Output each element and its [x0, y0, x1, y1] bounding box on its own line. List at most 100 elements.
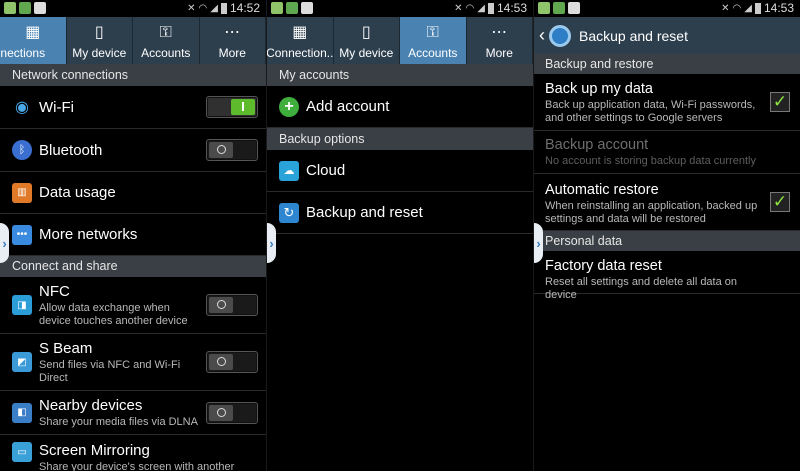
plus-icon: +	[279, 96, 299, 117]
nfc-toggle[interactable]	[206, 294, 258, 316]
settings-gear-icon[interactable]	[549, 24, 571, 47]
section-header-backup-restore: Backup and restore	[534, 54, 800, 74]
tab-connections[interactable]: ▦ Connection..	[267, 17, 334, 64]
screen-mirroring-label: Screen Mirroring	[39, 442, 150, 459]
wifi-row[interactable]: ◉ Wi-Fi	[0, 86, 266, 129]
section-header-connect: Connect and share	[0, 256, 266, 277]
tab-my-device[interactable]: ▯ My device	[67, 17, 133, 64]
notification-message-icon	[553, 2, 565, 14]
status-bar: ✕ ◠ ◢ 14:52	[0, 0, 266, 17]
side-drawer-handle[interactable]	[534, 223, 543, 263]
nfc-description: Allow data exchange when device touches …	[39, 301, 188, 327]
key-icon: ⚿	[426, 24, 439, 41]
more-icon: ⋯	[491, 24, 508, 41]
bluetooth-toggle[interactable]	[206, 139, 258, 161]
tab-my-device[interactable]: ▯ My device	[334, 17, 400, 64]
automatic-restore-label: Automatic restore	[545, 182, 659, 198]
more-networks-row[interactable]: ••• More networks	[0, 214, 266, 256]
backup-reset-panel: ✕ ◠ ◢ 14:53 ‹ Backup and reset Backup an…	[534, 0, 800, 471]
page-title: Backup and reset	[579, 27, 688, 44]
sbeam-toggle[interactable]	[206, 351, 258, 373]
side-drawer-handle[interactable]	[0, 223, 9, 263]
battery-icon	[220, 2, 227, 14]
wifi-icon: ◉	[15, 99, 29, 116]
backup-settings-list: Backup and restore Back up my data Back …	[534, 54, 800, 301]
status-time: 14:52	[229, 1, 260, 15]
cloud-icon: ☁	[279, 160, 299, 181]
nearby-devices-row[interactable]: ◧ Nearby devices Share your media files …	[0, 391, 266, 435]
status-time: 14:53	[496, 1, 527, 15]
notification-app-icon	[538, 2, 550, 14]
cloud-label: Cloud	[306, 162, 346, 179]
tab-accounts[interactable]: ⚿ Accounts	[133, 17, 200, 64]
section-header-network: Network connections	[0, 64, 266, 86]
nearby-devices-icon: ◧	[12, 402, 32, 423]
sbeam-row[interactable]: ◩ S Beam Send files via NFC and Wi-Fi Di…	[0, 334, 266, 391]
backup-my-data-row[interactable]: Back up my data Back up application data…	[534, 74, 800, 131]
wifi-signal-icon: ◠	[198, 2, 208, 14]
add-account-row[interactable]: + Add account	[267, 86, 533, 128]
notification-message-icon	[286, 2, 298, 14]
backup-account-row: Backup account No account is storing bac…	[534, 131, 800, 174]
tab-accounts[interactable]: ⚿ Accounts	[400, 17, 467, 64]
factory-data-reset-label: Factory data reset	[545, 258, 662, 274]
screen-mirroring-row[interactable]: ▭ Screen Mirroring Share your device's s…	[0, 435, 266, 471]
notification-x-icon	[301, 2, 313, 14]
backup-account-description: No account is storing backup data curren…	[545, 155, 756, 167]
nearby-devices-label: Nearby devices	[39, 396, 143, 414]
mute-icon: ✕	[187, 2, 196, 14]
data-usage-label: Data usage	[39, 184, 116, 201]
cell-signal-icon: ◢	[210, 2, 218, 14]
sbeam-description: Send files via NFC and Wi-Fi Direct	[39, 358, 181, 384]
bluetooth-row[interactable]: ᛒ Bluetooth	[0, 129, 266, 172]
automatic-restore-description: When reinstalling an application, backed…	[545, 200, 758, 225]
backup-restore-icon: ↻	[279, 202, 299, 223]
automatic-restore-row[interactable]: Automatic restore When reinstalling an a…	[534, 174, 800, 231]
wifi-signal-icon: ◠	[732, 2, 742, 14]
notification-message-icon	[19, 2, 31, 14]
mute-icon: ✕	[454, 2, 463, 14]
backup-reset-row[interactable]: ↻ Backup and reset	[267, 192, 533, 234]
status-bar: ✕ ◠ ◢ 14:53	[534, 0, 800, 17]
nfc-icon: ◨	[12, 295, 32, 315]
data-usage-row[interactable]: ▥ Data usage	[0, 172, 266, 214]
tab-bar: ▦ nections ▯ My device ⚿ Accounts ⋯ More	[0, 17, 266, 64]
battery-icon	[754, 2, 761, 14]
data-usage-icon: ▥	[12, 182, 32, 203]
backup-my-data-checkbox[interactable]: ✓	[770, 92, 790, 112]
nfc-label: NFC	[39, 282, 70, 300]
more-icon: ⋯	[224, 24, 241, 41]
section-header-personal-data: Personal data	[534, 231, 800, 251]
tab-connections[interactable]: ▦ nections	[0, 17, 67, 64]
notification-app-icon	[4, 2, 16, 14]
notification-x-icon	[568, 2, 580, 14]
nearby-devices-toggle[interactable]	[206, 401, 258, 424]
cloud-row[interactable]: ☁ Cloud	[267, 150, 533, 192]
back-chevron-icon[interactable]: ‹	[539, 25, 545, 46]
settings-list: Network connections ◉ Wi-Fi ᛒ Bluetooth …	[0, 64, 266, 471]
mute-icon: ✕	[721, 2, 730, 14]
more-networks-icon: •••	[12, 224, 32, 245]
nfc-row[interactable]: ◨ NFC Allow data exchange when device to…	[0, 277, 266, 334]
automatic-restore-checkbox[interactable]: ✓	[770, 192, 790, 212]
accounts-list: My accounts + Add account Backup options…	[267, 64, 533, 234]
side-drawer-handle[interactable]	[267, 223, 276, 263]
key-icon: ⚿	[159, 24, 172, 41]
tab-more[interactable]: ⋯ More	[467, 17, 533, 64]
battery-icon	[487, 2, 494, 14]
more-networks-label: More networks	[39, 226, 138, 243]
backup-account-label: Backup account	[545, 137, 649, 153]
settings-accounts-panel: ✕ ◠ ◢ 14:53 ▦ Connection.. ▯ My device ⚿…	[267, 0, 533, 471]
device-icon: ▯	[94, 24, 104, 41]
backup-my-data-description: Back up application data, Wi-Fi password…	[545, 99, 756, 124]
add-account-label: Add account	[306, 98, 390, 115]
connections-icon: ▦	[25, 24, 41, 41]
wifi-signal-icon: ◠	[465, 2, 475, 14]
backup-my-data-label: Back up my data	[545, 81, 653, 97]
action-bar: ‹ Backup and reset	[534, 17, 800, 54]
cell-signal-icon: ◢	[744, 2, 752, 14]
factory-data-reset-row[interactable]: Factory data reset Reset all settings an…	[534, 251, 800, 301]
tab-more[interactable]: ⋯ More	[200, 17, 266, 64]
wifi-toggle[interactable]	[206, 96, 258, 118]
nearby-devices-description: Share your media files via DLNA	[39, 415, 198, 428]
